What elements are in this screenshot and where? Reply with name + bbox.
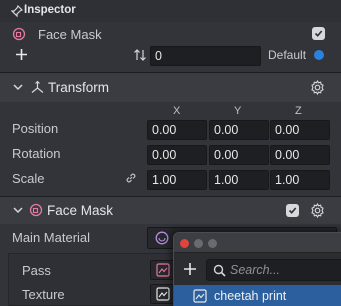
scale-y-input[interactable]: 1.00 [209, 170, 269, 190]
texture-label: Texture [22, 287, 65, 302]
asset-picker-popup: Search... cheetah print [173, 232, 341, 306]
asset-item-label: cheetah print [214, 289, 287, 303]
main-material-label: Main Material [12, 230, 91, 245]
layer-order-input[interactable]: 0 [150, 46, 261, 66]
add-asset-icon[interactable] [182, 261, 198, 277]
close-window-button[interactable] [180, 239, 189, 248]
object-enabled-checkbox[interactable] [312, 27, 325, 40]
default-label: Default [268, 48, 307, 62]
scale-label: Scale [12, 171, 45, 186]
scale-z-input[interactable]: 1.00 [270, 170, 330, 190]
axis-y-label: Y [234, 105, 242, 117]
texture-asset-icon [192, 288, 208, 304]
transform-title: Transform [48, 80, 110, 95]
transform-icon [29, 79, 45, 95]
inspector-title: Inspector [24, 4, 76, 16]
axis-z-label: Z [295, 105, 302, 117]
position-y-input[interactable]: 0.00 [209, 120, 269, 140]
pin-icon[interactable] [10, 4, 23, 17]
face-mask-settings-gear-icon[interactable] [309, 202, 325, 218]
chevron-down-icon[interactable] [12, 82, 23, 93]
texture-image-icon [155, 286, 171, 302]
link-icon[interactable] [123, 170, 139, 186]
minimize-window-button[interactable] [194, 239, 203, 248]
rotation-label: Rotation [12, 146, 61, 161]
face-mask-component-icon [28, 202, 44, 218]
face-mask-object-icon [11, 26, 27, 42]
chevron-down-icon[interactable] [12, 205, 23, 216]
transform-settings-gear-icon[interactable] [309, 79, 325, 95]
scale-x-input[interactable]: 1.00 [147, 170, 207, 190]
pass-image-icon [155, 262, 171, 278]
object-name[interactable]: Face Mask [38, 27, 102, 42]
add-component-icon[interactable] [13, 46, 29, 62]
maximize-window-button[interactable] [208, 239, 217, 248]
material-icon [153, 229, 170, 246]
face-mask-title: Face Mask [47, 203, 114, 218]
default-radio[interactable] [314, 50, 324, 60]
layer-order-icon[interactable] [132, 47, 148, 63]
rotation-y-input[interactable]: 0.00 [209, 145, 269, 165]
rotation-z-input[interactable]: 0.00 [270, 145, 330, 165]
face-mask-enabled-checkbox[interactable] [286, 204, 299, 217]
position-label: Position [12, 121, 59, 136]
inspector-window: { "inspector": { "title": "Inspector", "… [0, 0, 341, 306]
rotation-x-input[interactable]: 0.00 [147, 145, 207, 165]
position-z-input[interactable]: 0.00 [270, 120, 330, 140]
pass-label: Pass [22, 263, 51, 278]
search-placeholder: Search... [230, 263, 281, 277]
search-icon [212, 263, 226, 277]
position-x-input[interactable]: 0.00 [147, 120, 207, 140]
axis-x-label: X [173, 105, 181, 117]
